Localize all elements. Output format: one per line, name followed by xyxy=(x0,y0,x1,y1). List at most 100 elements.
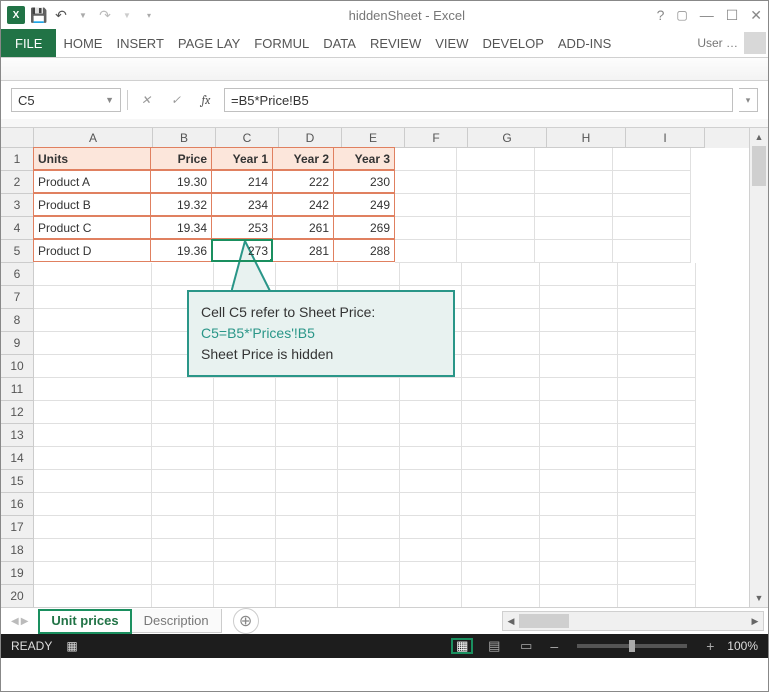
cell[interactable] xyxy=(462,355,540,378)
cell[interactable] xyxy=(462,263,540,286)
tab-data[interactable]: DATA xyxy=(316,29,363,57)
cell[interactable] xyxy=(457,171,535,194)
cell[interactable] xyxy=(613,148,691,171)
cell[interactable] xyxy=(535,171,613,194)
cell[interactable] xyxy=(152,447,214,470)
cell[interactable] xyxy=(152,493,214,516)
cell[interactable] xyxy=(462,332,540,355)
cell[interactable] xyxy=(34,355,152,378)
row-header[interactable]: 15 xyxy=(1,470,34,493)
row-header[interactable]: 14 xyxy=(1,447,34,470)
cell[interactable] xyxy=(400,263,462,286)
cell[interactable] xyxy=(395,194,457,217)
cell[interactable] xyxy=(152,562,214,585)
cell[interactable]: Price xyxy=(150,147,212,170)
cell[interactable] xyxy=(395,240,457,263)
col-header[interactable]: D xyxy=(279,128,342,148)
cell[interactable] xyxy=(540,539,618,562)
zoom-knob[interactable] xyxy=(629,640,635,652)
cell[interactable] xyxy=(34,309,152,332)
scroll-down-icon[interactable]: ▼ xyxy=(750,589,768,607)
cell[interactable] xyxy=(34,401,152,424)
cell[interactable] xyxy=(400,493,462,516)
cell[interactable]: 249 xyxy=(333,193,395,216)
col-header[interactable]: F xyxy=(405,128,468,148)
row-header[interactable]: 12 xyxy=(1,401,34,424)
cell[interactable]: 269 xyxy=(333,216,395,239)
cell[interactable]: Product B xyxy=(33,193,151,216)
sheet-tab-unit-prices[interactable]: Unit prices xyxy=(38,609,131,634)
undo-menu-icon[interactable]: ▼ xyxy=(75,7,91,23)
cell[interactable] xyxy=(214,585,276,607)
cell[interactable]: Product C xyxy=(33,216,151,239)
tab-home[interactable]: HOME xyxy=(56,29,109,57)
row-header[interactable]: 16 xyxy=(1,493,34,516)
cell[interactable] xyxy=(462,401,540,424)
col-header[interactable]: B xyxy=(153,128,216,148)
cell[interactable] xyxy=(214,562,276,585)
cell[interactable] xyxy=(276,585,338,607)
cell[interactable] xyxy=(400,401,462,424)
select-all-corner[interactable] xyxy=(1,128,34,148)
cell[interactable]: 261 xyxy=(272,216,334,239)
col-header[interactable]: I xyxy=(626,128,705,148)
cell[interactable] xyxy=(462,516,540,539)
chevron-down-icon[interactable]: ▼ xyxy=(105,95,114,105)
active-cell[interactable]: 273 xyxy=(211,239,273,262)
cell[interactable] xyxy=(214,539,276,562)
tab-view[interactable]: VIEW xyxy=(428,29,475,57)
cell[interactable]: Product A xyxy=(33,170,151,193)
close-icon[interactable]: ✕ xyxy=(750,7,762,24)
qat-customize-icon[interactable]: ▾ xyxy=(141,7,157,23)
cell[interactable] xyxy=(214,470,276,493)
cell[interactable] xyxy=(152,539,214,562)
row-header[interactable]: 13 xyxy=(1,424,34,447)
row-header[interactable]: 5 xyxy=(1,240,34,263)
zoom-slider[interactable] xyxy=(577,644,687,648)
cell[interactable] xyxy=(618,332,696,355)
vertical-scrollbar[interactable]: ▲ ▼ xyxy=(749,128,768,607)
cell[interactable] xyxy=(34,332,152,355)
cell[interactable] xyxy=(400,516,462,539)
cell[interactable] xyxy=(540,286,618,309)
cell[interactable] xyxy=(400,447,462,470)
cell[interactable] xyxy=(540,263,618,286)
cell[interactable]: Year 3 xyxy=(333,147,395,170)
cell[interactable] xyxy=(462,470,540,493)
cell[interactable]: 230 xyxy=(333,170,395,193)
cell[interactable]: Product D xyxy=(33,239,151,262)
cell[interactable]: Year 2 xyxy=(272,147,334,170)
cell[interactable] xyxy=(618,424,696,447)
zoom-out-icon[interactable]: – xyxy=(547,638,561,654)
cancel-icon[interactable]: ✕ xyxy=(134,89,158,111)
cell[interactable]: Units xyxy=(33,147,151,170)
nav-next-icon[interactable]: ▶ xyxy=(21,616,29,627)
col-header[interactable]: C xyxy=(216,128,279,148)
cell[interactable] xyxy=(457,148,535,171)
formula-expand-icon[interactable]: ▾ xyxy=(739,88,758,112)
cell[interactable] xyxy=(152,401,214,424)
row-header[interactable]: 6 xyxy=(1,263,34,286)
cell[interactable] xyxy=(214,378,276,401)
row-header[interactable]: 18 xyxy=(1,539,34,562)
cell[interactable] xyxy=(535,148,613,171)
cell[interactable] xyxy=(618,378,696,401)
cell[interactable] xyxy=(338,562,400,585)
cell[interactable]: 222 xyxy=(272,170,334,193)
cell[interactable] xyxy=(34,585,152,607)
redo-icon[interactable]: ↷ xyxy=(97,7,113,23)
cell[interactable]: 242 xyxy=(272,193,334,216)
cell[interactable] xyxy=(457,240,535,263)
cell[interactable] xyxy=(618,309,696,332)
cell[interactable] xyxy=(338,516,400,539)
cell[interactable] xyxy=(618,470,696,493)
cell[interactable] xyxy=(540,309,618,332)
ribbon-options-icon[interactable]: ▢ xyxy=(676,8,687,22)
help-icon[interactable]: ? xyxy=(657,7,665,23)
tab-formulas[interactable]: FORMUL xyxy=(247,29,316,57)
cell[interactable] xyxy=(152,263,214,286)
cell[interactable] xyxy=(540,447,618,470)
cell[interactable] xyxy=(535,194,613,217)
cell[interactable] xyxy=(540,516,618,539)
zoom-in-icon[interactable]: + xyxy=(703,638,717,654)
